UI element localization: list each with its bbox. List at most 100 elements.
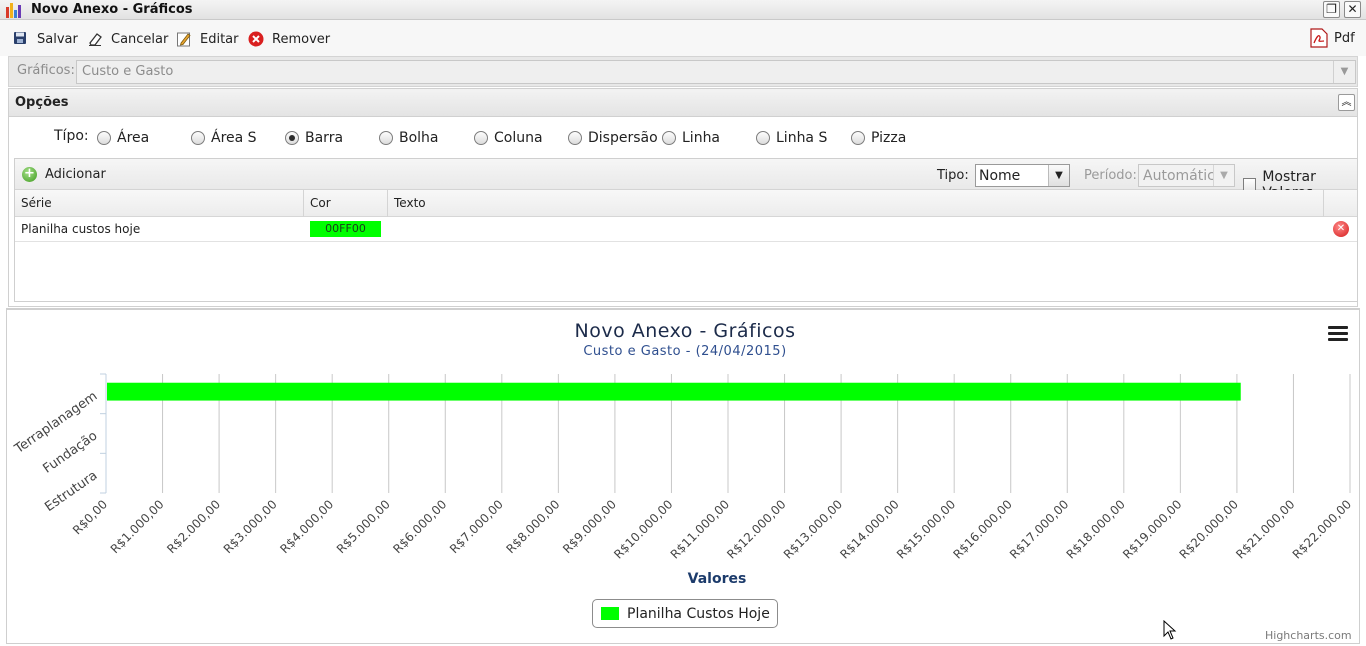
- radio-label: Área: [117, 130, 150, 146]
- opcoes-title: Opções: [15, 95, 69, 110]
- x-tick-label: R$20.000,00: [1177, 497, 1241, 561]
- radio-pizza[interactable]: Pizza: [851, 130, 906, 146]
- edit-label: Editar: [200, 31, 239, 47]
- x-tick-label: R$19.000,00: [1120, 497, 1184, 561]
- pencil-note-icon: [176, 31, 192, 47]
- pdf-button[interactable]: Pdf: [1309, 28, 1355, 48]
- close-window-button[interactable]: ✕: [1344, 1, 1361, 18]
- legend-label: Planilha Custos Hoje: [627, 605, 770, 622]
- radio-area-s[interactable]: Área S: [191, 130, 257, 146]
- radio-coluna[interactable]: Coluna: [474, 130, 543, 146]
- table-row[interactable]: Planilha custos hoje 00FF00 ✕: [15, 217, 1357, 242]
- remove-label: Remover: [272, 31, 331, 47]
- radio-dot: [568, 131, 582, 145]
- period-label: Período:: [1084, 168, 1137, 183]
- chart-subtitle: Custo e Gasto - (24/04/2015): [583, 344, 787, 359]
- chart-type-label: Típo:: [54, 128, 89, 144]
- radio-label: Dispersão: [588, 130, 658, 146]
- delete-row-icon[interactable]: ✕: [1333, 221, 1349, 237]
- mouse-cursor-icon: [1163, 620, 1177, 640]
- legend-swatch: [601, 607, 619, 620]
- radio-dot: [97, 131, 111, 145]
- x-axis-title: Valores: [688, 571, 747, 587]
- x-tick-label: R$15.000,00: [894, 497, 958, 561]
- save-button[interactable]: Salvar: [13, 29, 78, 49]
- series-type-select[interactable]: Nome ▼: [975, 164, 1070, 187]
- chart-legend-item[interactable]: Planilha Custos Hoje: [592, 599, 778, 628]
- radio-bolha[interactable]: Bolha: [379, 130, 439, 146]
- radio-area[interactable]: Área: [97, 130, 149, 146]
- bar: [107, 382, 1241, 401]
- series-grid-header: Série Cor Texto: [15, 190, 1357, 217]
- radio-dot: [474, 131, 488, 145]
- x-tick-label: R$4.000,00: [277, 497, 336, 556]
- restore-window-button[interactable]: ❐: [1323, 1, 1340, 18]
- cancel-button[interactable]: Cancelar: [87, 29, 168, 49]
- add-series-button[interactable]: + Adicionar: [22, 167, 106, 182]
- edit-button[interactable]: Editar: [176, 29, 239, 49]
- series-grid-toolbar: + Adicionar Tipo: Nome ▼ Período: Automá…: [15, 159, 1357, 201]
- radio-dot: [662, 131, 676, 145]
- column-header-cor[interactable]: Cor: [304, 190, 388, 217]
- radio-dot-selected: [285, 131, 299, 145]
- chart-menu-icon[interactable]: [1328, 326, 1348, 344]
- chart-credits[interactable]: Highcharts.com: [1265, 629, 1352, 642]
- serie-cell: Planilha custos hoje: [21, 222, 141, 236]
- radio-label: Bolha: [399, 130, 439, 146]
- window-title: Novo Anexo - Gráficos: [31, 2, 193, 17]
- radio-label: Linha: [682, 130, 721, 146]
- x-tick-label: R$7.000,00: [447, 497, 506, 556]
- column-header-texto[interactable]: Texto: [388, 190, 1324, 217]
- x-tick-label: R$21.000,00: [1233, 497, 1297, 561]
- chevron-down-icon: ▼: [1213, 165, 1234, 186]
- remove-circle-icon: [248, 31, 264, 47]
- radio-dispersao[interactable]: Dispersão: [568, 130, 658, 146]
- color-swatch[interactable]: 00FF00: [310, 221, 381, 237]
- x-tick-label: R$12.000,00: [724, 497, 788, 561]
- x-tick-label: R$9.000,00: [560, 497, 619, 556]
- radio-label: Pizza: [871, 130, 907, 146]
- radio-dot: [851, 131, 865, 145]
- graficos-value: Custo e Gasto: [82, 64, 174, 79]
- x-tick-label: R$11.000,00: [668, 497, 732, 561]
- x-tick-label: R$22.000,00: [1290, 497, 1354, 561]
- period-select[interactable]: Automático ▼: [1138, 164, 1235, 187]
- x-tick-label: R$16.000,00: [950, 497, 1014, 561]
- texto-cell[interactable]: [388, 217, 1324, 241]
- series-grid: + Adicionar Tipo: Nome ▼ Período: Automá…: [14, 158, 1358, 302]
- pdf-file-icon: [1309, 28, 1329, 48]
- graficos-label: Gráficos:: [17, 63, 75, 78]
- pdf-label: Pdf: [1334, 30, 1355, 46]
- radio-label: Linha S: [776, 130, 828, 146]
- chart-title: Novo Anexo - Gráficos: [574, 320, 796, 342]
- x-tick-label: R$14.000,00: [837, 497, 901, 561]
- chevron-down-icon: ▼: [1333, 61, 1355, 83]
- graficos-select[interactable]: Custo e Gasto ▼: [76, 60, 1356, 84]
- x-tick-label: R$10.000,00: [611, 497, 675, 561]
- bar-chart: R$0,00R$1.000,00R$2.000,00R$3.000,00R$4.…: [11, 373, 1354, 587]
- x-tick-label: R$3.000,00: [221, 497, 280, 556]
- x-tick-label: R$13.000,00: [781, 497, 845, 561]
- x-tick-label: R$18.000,00: [1064, 497, 1128, 561]
- floppy-disk-icon: [13, 31, 29, 47]
- collapse-panel-button[interactable]: ︽: [1338, 94, 1355, 111]
- radio-linha-s[interactable]: Linha S: [756, 130, 827, 146]
- x-tick-label: R$8.000,00: [503, 497, 562, 556]
- x-tick-label: R$0,00: [70, 497, 110, 537]
- remove-button[interactable]: Remover: [248, 29, 330, 49]
- cancel-label: Cancelar: [111, 31, 169, 47]
- column-header-serie[interactable]: Série: [15, 190, 304, 217]
- radio-linha[interactable]: Linha: [662, 130, 720, 146]
- main-toolbar: Salvar Cancelar Editar Remover Pdf: [0, 20, 1366, 56]
- window-titlebar: Novo Anexo - Gráficos ❐ ✕: [0, 0, 1366, 20]
- opcoes-panel-header: Opções ︽: [8, 88, 1358, 117]
- series-type-value: Nome: [979, 168, 1021, 184]
- radio-dot: [191, 131, 205, 145]
- add-series-label: Adicionar: [45, 167, 106, 182]
- radio-barra[interactable]: Barra: [285, 130, 343, 146]
- radio-label: Área S: [211, 130, 257, 146]
- radio-label: Coluna: [494, 130, 543, 146]
- save-label: Salvar: [37, 31, 78, 47]
- radio-dot: [379, 131, 393, 145]
- x-tick-label: R$17.000,00: [1007, 497, 1071, 561]
